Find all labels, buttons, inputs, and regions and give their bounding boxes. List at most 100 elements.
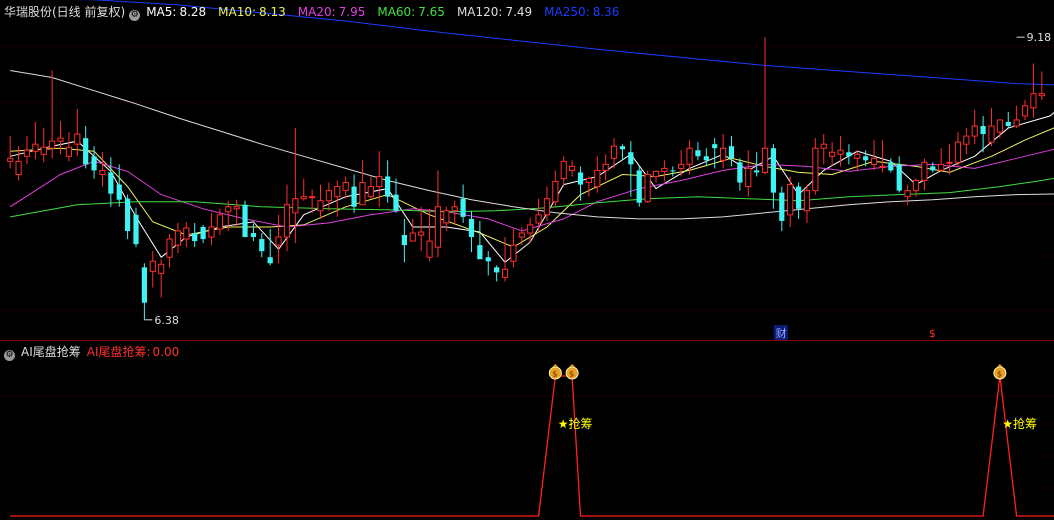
candle-body [912,180,920,192]
candle [737,158,743,191]
candle [250,223,257,242]
candle [468,210,475,253]
candle [988,107,995,147]
candle-body [385,176,391,197]
candle-body [712,144,718,149]
candle [65,132,73,162]
candle-body [954,141,962,163]
candle-body [200,226,206,240]
candle-body [250,233,257,238]
candle [670,166,676,177]
candle [317,184,324,219]
candle [49,70,56,159]
candle [342,176,349,199]
candle-body [879,165,886,168]
ma-legend: MA5: 8.28 MA10: 8.13 MA20: 7.95 MA60: 7.65 MA120… [146,5,631,19]
candle-body [921,161,928,182]
candle [385,160,391,203]
indicator-line [10,375,1054,517]
candle-body [761,147,769,173]
candle-body [971,125,978,137]
candle-body [317,200,324,212]
candle [552,170,559,207]
candle-body [65,146,73,157]
money-bag-glyph: $ [552,370,557,379]
candle [1013,105,1020,129]
legend-value: 8.36 [592,5,620,19]
indicator-value: 0.00 [152,345,180,359]
candle-body [208,226,215,238]
candle [158,259,165,298]
candle-body [468,218,475,238]
candle [166,234,173,268]
candle-body [728,146,735,159]
candle-body [996,119,1003,133]
money-bag-knot [996,364,1003,367]
legend-item-ma120: MA120: 7.49 [457,5,538,19]
candle [745,150,752,197]
chart-title[interactable]: 华瑞股份(日线 前复权) [4,5,125,19]
candle [938,148,945,171]
candle-body [661,167,668,172]
candle-body [501,268,509,278]
candle-body [434,206,442,248]
legend-item-ma5: MA5: 8.28 [146,5,212,19]
candle [921,158,928,191]
legend-label: MA250: [544,5,590,19]
legend-item-ma60: MA60: 7.65 [377,5,451,19]
candle-body [930,166,936,171]
candle [376,151,383,207]
candle-body [820,143,827,149]
candle [125,194,131,240]
candle [309,189,316,213]
candle [460,184,466,223]
candle-body [846,152,852,157]
candle [795,182,802,219]
candle [695,142,701,161]
signal-label: ★抢筹 [558,416,593,431]
candle [208,212,215,246]
dollar-marker: $ [929,327,936,340]
candle [644,170,651,203]
candle [703,148,709,167]
legend-value: 7.95 [338,5,366,19]
candle-body [1005,121,1011,126]
candle-body [678,163,685,169]
candle [770,144,777,209]
candle-body [494,267,500,273]
candle-body [795,186,802,209]
candle-body [1021,105,1029,117]
money-bag-icon: $ [548,364,562,380]
candle-body [1038,93,1045,97]
candle [23,136,31,165]
money-bag-glyph: $ [997,370,1002,379]
indicator-name[interactable]: AI尾盘抢筹 [21,345,81,359]
candle-body [342,182,349,192]
candle-body [946,161,953,164]
candle [32,121,39,160]
candle [761,37,769,175]
candle-body [812,147,819,192]
candle-body [904,190,911,198]
candle-body [376,175,383,188]
candle [820,134,827,165]
candle-body [125,198,131,231]
candle-body [1030,93,1037,109]
candle-body [787,184,794,216]
price-chart[interactable]: 9.186.38财 $ [0,0,1054,340]
candle [628,141,634,197]
candle-body [133,214,139,245]
candle [242,200,248,238]
candle-body [988,125,995,143]
gear-icon[interactable]: ⚙ [129,10,141,21]
candle [233,199,240,227]
candle [971,109,978,145]
pane-divider[interactable] [0,340,1054,341]
candle [149,251,156,288]
candle [636,166,642,207]
money-bag-knot [569,364,576,367]
candle-body [116,184,122,200]
gear-icon[interactable]: ⚙ [4,350,15,361]
candle [1038,71,1045,100]
candle [1021,99,1029,120]
